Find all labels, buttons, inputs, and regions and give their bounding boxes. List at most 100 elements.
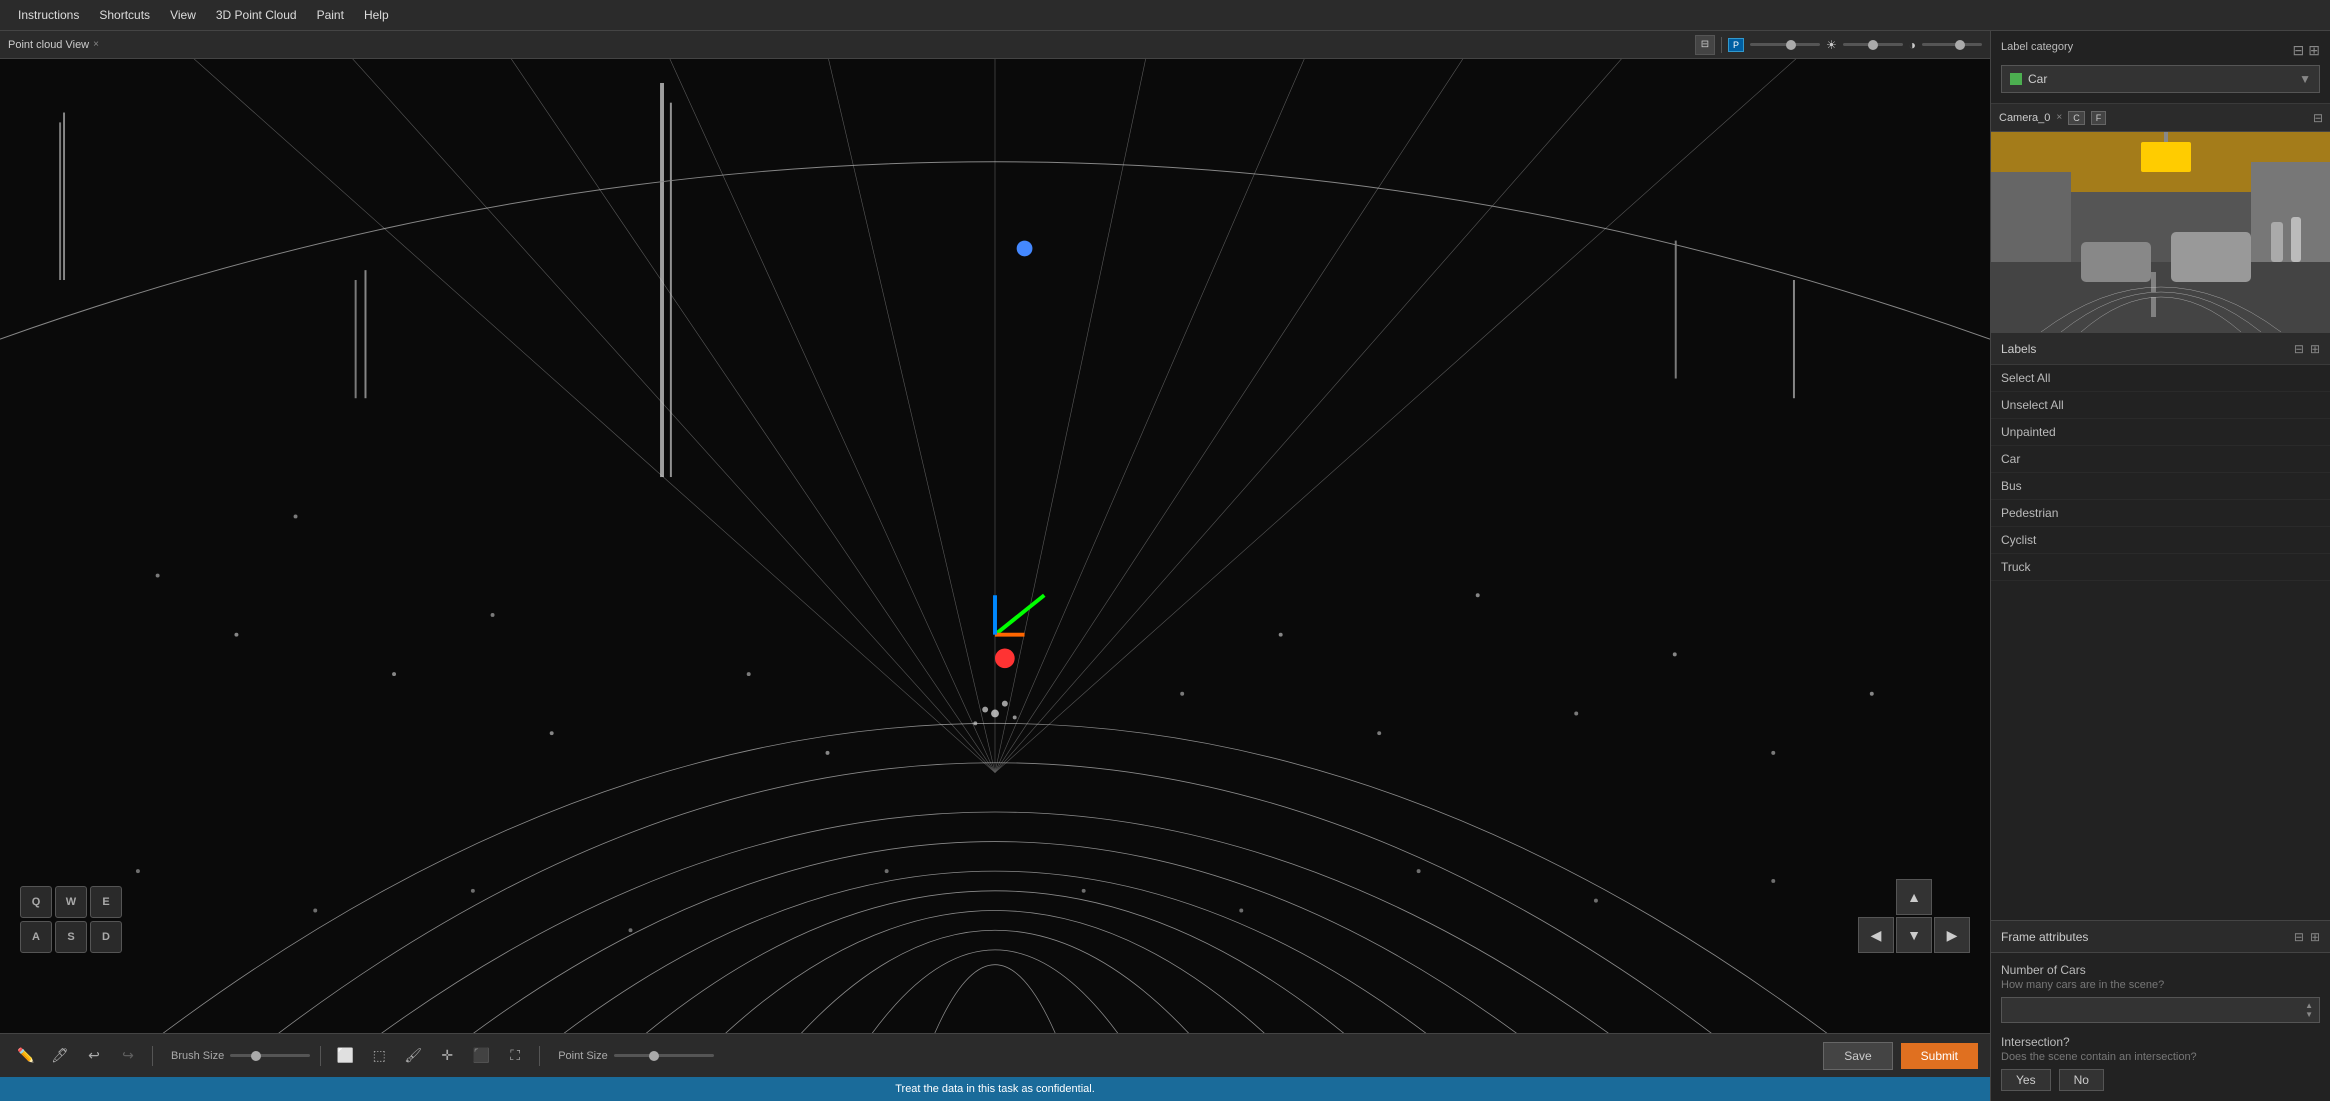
nav-right[interactable]: ▶ — [1934, 917, 1970, 953]
separator-1 — [152, 1046, 153, 1066]
submit-button[interactable]: Submit — [1901, 1043, 1978, 1069]
label-category-title: Label category — [2001, 41, 2073, 53]
nav-left[interactable]: ◀ — [1858, 917, 1894, 953]
red-marker — [995, 648, 1015, 668]
brush-size-label: Brush Size — [171, 1050, 224, 1062]
p-badge: P — [1728, 38, 1744, 52]
label-bus[interactable]: Bus — [1991, 473, 2330, 500]
category-dropdown[interactable]: Car ▼ — [2001, 65, 2320, 93]
camera-c-badge[interactable]: C — [2068, 111, 2085, 125]
nav-up[interactable]: ▲ — [1896, 879, 1932, 915]
lasso-subtract-tool[interactable]: ⬚ — [365, 1042, 393, 1070]
select-all-item[interactable]: Select All — [1991, 365, 2330, 392]
unpainted-item[interactable]: Unpainted — [1991, 419, 2330, 446]
moon-icon: ◑ — [1909, 38, 1916, 52]
camera-f-badge[interactable]: F — [2091, 111, 2107, 125]
camera-image — [1991, 132, 2330, 332]
frame-attr-header: Frame attributes ⊟ ⊞ — [1991, 921, 2330, 953]
no-btn[interactable]: No — [2059, 1069, 2104, 1091]
point-size-slider[interactable] — [614, 1054, 714, 1057]
labels-panel: Labels ⊟ ⊞ Select All Unselect All Unpai… — [1991, 332, 2330, 920]
redo-tool[interactable]: ↪ — [114, 1042, 142, 1070]
main-layout: Point cloud View × ⊟ P ☀ ◑ — [0, 31, 2330, 1101]
category-color — [2010, 73, 2022, 85]
menu-instructions[interactable]: Instructions — [8, 0, 89, 30]
minimize-labels-icon[interactable]: ⊟ — [2293, 43, 2305, 57]
point-size-label: Point Size — [558, 1050, 608, 1062]
key-d[interactable]: D — [90, 921, 122, 953]
minimize-panel-icon[interactable]: ⊟ — [2294, 342, 2304, 356]
key-w[interactable]: W — [55, 886, 87, 918]
cars-number-input[interactable]: ▲▼ — [2001, 997, 2320, 1023]
label-truck[interactable]: Truck — [1991, 554, 2330, 581]
key-e[interactable]: E — [90, 886, 122, 918]
intersection-label: Intersection? — [2001, 1035, 2320, 1049]
point-cloud-close[interactable]: × — [93, 39, 99, 50]
status-message: Treat the data in this task as confident… — [895, 1083, 1095, 1095]
point-cloud-panel: Point cloud View × ⊟ P ☀ ◑ — [0, 31, 1990, 1101]
expand-panel-icon[interactable]: ⊞ — [2310, 342, 2320, 356]
menu-bar: Instructions Shortcuts View 3D Point Clo… — [0, 0, 2330, 31]
menu-view[interactable]: View — [160, 0, 206, 30]
undo-tool[interactable]: ↩ — [80, 1042, 108, 1070]
lasso-tool[interactable]: ⬜ — [331, 1042, 359, 1070]
key-q[interactable]: Q — [20, 886, 52, 918]
expand-labels-icon[interactable]: ⊞ — [2308, 43, 2320, 57]
right-panel: Label category ⊟ ⊞ Car ▼ Camera_0 × C F … — [1990, 31, 2330, 1101]
labels-title: Labels — [2001, 342, 2036, 356]
frame-attr-content: Number of Cars How many cars are in the … — [1991, 953, 2330, 1101]
yes-no-row: Yes No — [2001, 1069, 2320, 1091]
blue-marker — [1017, 241, 1033, 257]
sun-icon: ☀ — [1826, 38, 1837, 52]
label-cyclist[interactable]: Cyclist — [1991, 527, 2330, 554]
transform-tool[interactable]: ⬛ — [467, 1042, 495, 1070]
camera-close[interactable]: × — [2056, 112, 2062, 123]
camera-title: Camera_0 — [1999, 112, 2050, 124]
canvas-area[interactable]: Q W E A S D ▲ ◀ ▼ ▶ — [0, 59, 1990, 1033]
dropdown-arrow-icon: ▼ — [2299, 72, 2311, 86]
expand-frame-icon[interactable]: ⊞ — [2310, 930, 2320, 944]
wasd-keys: Q W E A S D — [20, 886, 122, 953]
camera-svg — [1991, 132, 2330, 332]
eraser-tool[interactable]: 🖊 — [46, 1042, 74, 1070]
contrast-slider[interactable] — [1843, 43, 1903, 46]
menu-help[interactable]: Help — [354, 0, 399, 30]
bottom-toolbar: ✏️ 🖊 ↩ ↪ Brush Size ⬜ ⬚ 🖌 ✛ ⬛ ⛶ Point Si… — [0, 1033, 1990, 1077]
menu-paint[interactable]: Paint — [307, 0, 354, 30]
pen-tool[interactable]: ✏️ — [12, 1042, 40, 1070]
brightness-slider[interactable] — [1750, 43, 1820, 46]
fullscreen-tool[interactable]: ⛶ — [501, 1042, 529, 1070]
exposure-slider[interactable] — [1922, 43, 1982, 46]
cars-label: Number of Cars — [2001, 963, 2320, 977]
menu-shortcuts[interactable]: Shortcuts — [89, 0, 160, 30]
frame-attr-title: Frame attributes — [2001, 930, 2088, 944]
point-cloud-svg — [0, 59, 1990, 1033]
paint-tool[interactable]: 🖌 — [399, 1042, 427, 1070]
separator-2 — [320, 1046, 321, 1066]
yes-btn[interactable]: Yes — [2001, 1069, 2051, 1091]
cars-desc: How many cars are in the scene? — [2001, 979, 2320, 991]
label-pedestrian[interactable]: Pedestrian — [1991, 500, 2330, 527]
key-s[interactable]: S — [55, 921, 87, 953]
move-tool[interactable]: ✛ — [433, 1042, 461, 1070]
intersection-desc: Does the scene contain an intersection? — [2001, 1051, 2320, 1063]
camera-panel: Camera_0 × C F ⊟ — [1991, 104, 2330, 332]
nav-down[interactable]: ▼ — [1896, 917, 1932, 953]
label-car[interactable]: Car — [1991, 446, 2330, 473]
status-bar: Treat the data in this task as confident… — [0, 1077, 1990, 1101]
menu-3d-point-cloud[interactable]: 3D Point Cloud — [206, 0, 307, 30]
minimize-frame-icon[interactable]: ⊟ — [2294, 930, 2304, 944]
labels-header: Labels ⊟ ⊞ — [1991, 333, 2330, 365]
minimize-btn[interactable]: ⊟ — [1695, 35, 1715, 55]
cars-spinner-icon[interactable]: ▲▼ — [2305, 1001, 2313, 1019]
nav-arrows: ▲ ◀ ▼ ▶ — [1858, 879, 1970, 953]
brush-size-slider[interactable] — [230, 1054, 310, 1057]
save-button[interactable]: Save — [1823, 1042, 1892, 1070]
unselect-all-item[interactable]: Unselect All — [1991, 392, 2330, 419]
camera-expand-icon[interactable]: ⊟ — [2313, 111, 2323, 125]
frame-attributes: Frame attributes ⊟ ⊞ Number of Cars How … — [1991, 920, 2330, 1101]
key-a[interactable]: A — [20, 921, 52, 953]
camera-header: Camera_0 × C F ⊟ — [1991, 104, 2330, 132]
separator-3 — [539, 1046, 540, 1066]
point-cloud-title: Point cloud View — [8, 39, 89, 51]
